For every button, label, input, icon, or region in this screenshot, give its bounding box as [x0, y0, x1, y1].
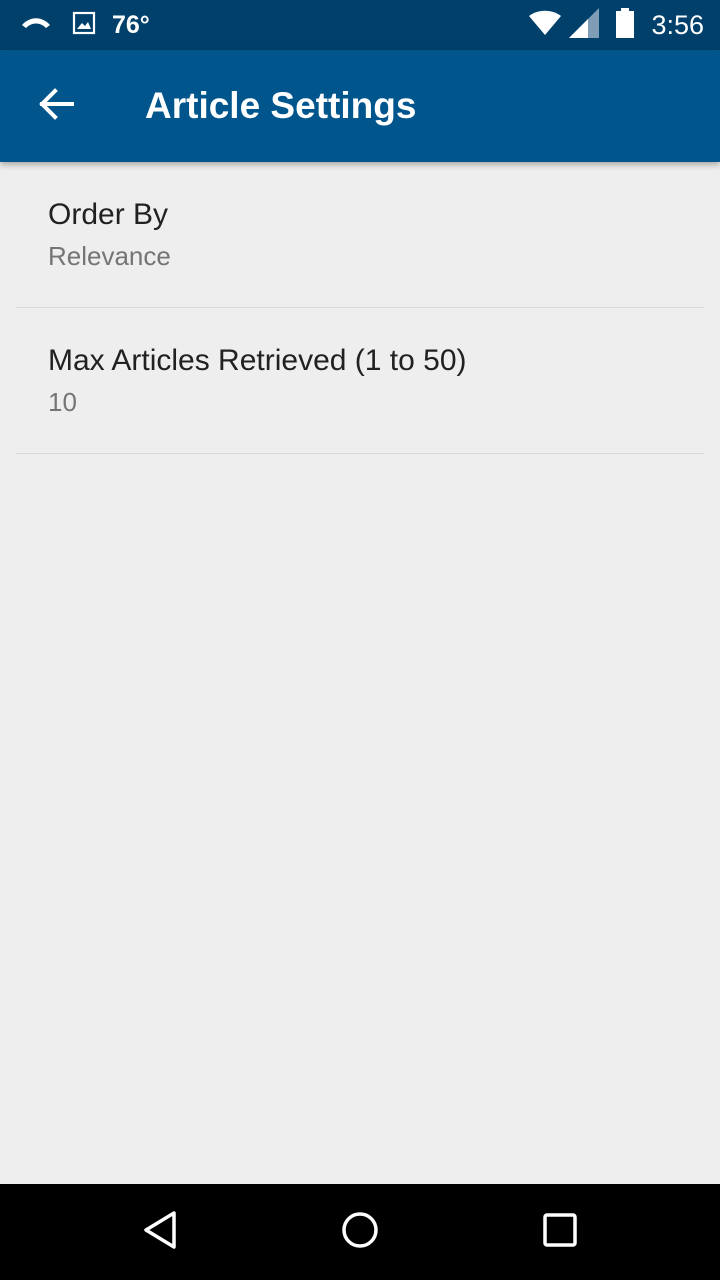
missed-call-icon	[20, 13, 52, 38]
status-left: 76°	[20, 0, 150, 50]
image-icon	[72, 11, 96, 40]
preference-title: Order By	[48, 198, 169, 231]
status-right: 3:56	[529, 0, 704, 50]
nav-recents-button[interactable]	[512, 1184, 608, 1280]
arrow-back-icon	[38, 87, 74, 125]
settings-list: Order By Relevance Max Articles Retrieve…	[0, 162, 720, 1184]
recents-square-icon	[542, 1212, 578, 1253]
back-triangle-icon	[142, 1210, 178, 1255]
back-button[interactable]	[24, 74, 88, 138]
nav-home-button[interactable]	[312, 1184, 408, 1280]
wifi-icon	[529, 10, 562, 41]
preference-summary: 10	[48, 387, 77, 417]
clock-text: 3:56	[651, 9, 704, 40]
preference-summary: Relevance	[48, 241, 171, 271]
status-bar: 76° 3:56	[0, 0, 720, 50]
app-bar: Article Settings	[0, 50, 720, 162]
preference-title: Max Articles Retrieved (1 to 50)	[48, 344, 467, 377]
battery-icon	[615, 7, 635, 43]
temperature-text: 76°	[112, 10, 150, 39]
cell-signal-icon	[569, 7, 600, 43]
order-by-preference[interactable]: Order By Relevance	[16, 162, 704, 308]
page-title: Article Settings	[145, 85, 417, 126]
max-articles-preference[interactable]: Max Articles Retrieved (1 to 50) 10	[16, 308, 704, 454]
home-circle-icon	[340, 1210, 380, 1255]
navigation-bar	[0, 1184, 720, 1280]
nav-back-button[interactable]	[112, 1184, 208, 1280]
